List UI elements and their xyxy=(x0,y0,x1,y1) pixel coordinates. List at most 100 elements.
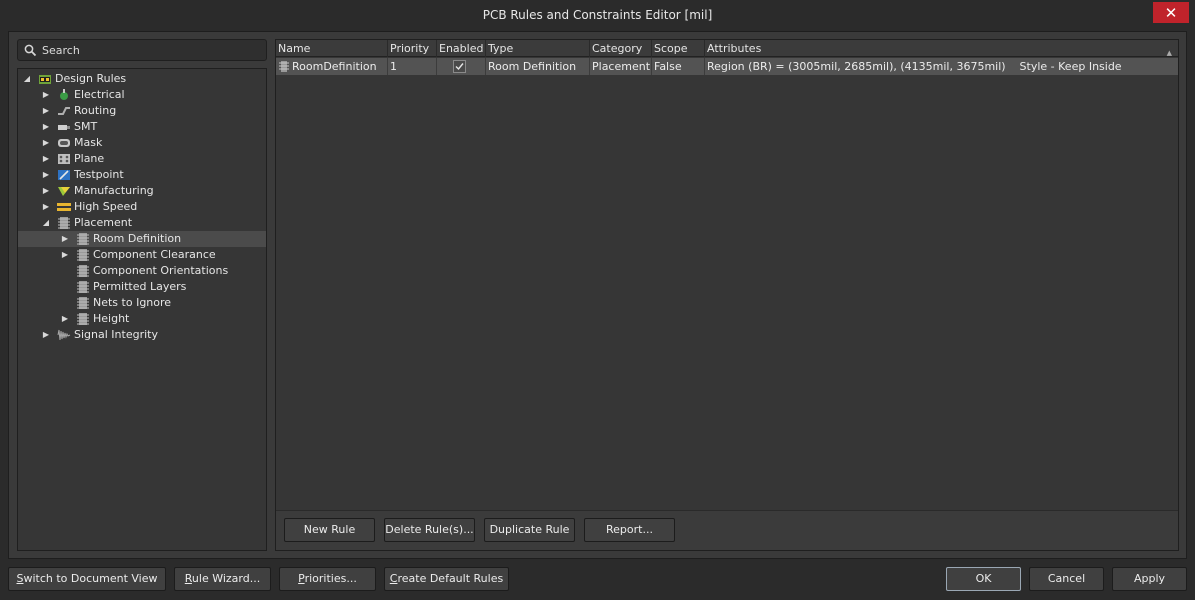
button-label: reate Default Rules xyxy=(397,572,504,585)
tree-item-label: Permitted Layers xyxy=(93,280,187,293)
enabled-checkbox[interactable] xyxy=(453,60,466,73)
smt-icon xyxy=(58,125,70,130)
expanded-arrow-icon[interactable]: ◢ xyxy=(41,215,51,231)
room-definition-icon xyxy=(77,233,89,245)
button-label: ule Wizard... xyxy=(191,572,261,585)
collapsed-arrow-icon[interactable]: ▶ xyxy=(60,311,70,327)
tree-item-label: Room Definition xyxy=(93,232,182,245)
collapsed-arrow-icon[interactable]: ▶ xyxy=(41,327,51,343)
tree-item-smt[interactable]: ▶ SMT xyxy=(18,119,266,135)
tree-item-label: Design Rules xyxy=(55,72,127,85)
height-icon xyxy=(77,313,89,325)
collapsed-arrow-icon[interactable]: ▶ xyxy=(41,119,51,135)
component-orientations-icon xyxy=(77,265,89,277)
cell-type: Room Definition xyxy=(486,58,590,75)
tree-item-label: SMT xyxy=(74,120,98,133)
cell-enabled xyxy=(437,58,486,75)
rule-name: RoomDefinition xyxy=(292,60,377,73)
duplicate-rule-button[interactable]: Duplicate Rule xyxy=(484,518,575,542)
column-header-name[interactable]: Name xyxy=(276,40,388,57)
tree-item-permitted-layers[interactable]: Permitted Layers xyxy=(18,279,266,295)
nets-to-ignore-icon xyxy=(77,297,89,309)
apply-button[interactable]: Apply xyxy=(1112,567,1187,591)
grid-header: Name Priority Enabled Type Category Scop… xyxy=(276,40,1178,57)
button-label: witch to Document View xyxy=(23,572,158,585)
tree-item-testpoint[interactable]: ▶ Testpoint xyxy=(18,167,266,183)
dialog-client-area: ◢ Design Rules ▶ Electrical ▶ Routing ▶ xyxy=(8,31,1187,559)
switch-to-document-view-button[interactable]: Switch to Document View xyxy=(8,567,166,591)
new-rule-button[interactable]: New Rule xyxy=(284,518,375,542)
search-input[interactable] xyxy=(42,42,262,58)
tree-item-label: Routing xyxy=(74,104,117,117)
tree-item-mask[interactable]: ▶ Mask xyxy=(18,135,266,151)
tree-item-component-clearance[interactable]: ▶ Component Clearance xyxy=(18,247,266,263)
window-title: PCB Rules and Constraints Editor [mil] xyxy=(482,8,713,22)
collapsed-arrow-icon[interactable]: ▶ xyxy=(41,87,51,103)
close-button[interactable]: ✕ xyxy=(1153,2,1189,23)
create-default-rules-button[interactable]: Create Default Rules xyxy=(384,567,509,591)
tree-item-label: Manufacturing xyxy=(74,184,154,197)
tree-item-label: Nets to Ignore xyxy=(93,296,172,309)
tree-item-height[interactable]: ▶ Height xyxy=(18,311,266,327)
tree-item-nets-to-ignore[interactable]: Nets to Ignore xyxy=(18,295,266,311)
priorities-button[interactable]: Priorities... xyxy=(279,567,376,591)
collapsed-arrow-icon[interactable]: ▶ xyxy=(41,151,51,167)
table-row[interactable]: RoomDefinition 1 Room Definition Placeme… xyxy=(276,58,1178,75)
placement-icon xyxy=(58,217,70,229)
cell-attributes: Region (BR) = (3005mil, 2685mil), (4135m… xyxy=(707,60,1122,73)
cell-priority: 1 xyxy=(388,58,437,75)
column-header-attributes[interactable]: Attributes ▲ xyxy=(705,40,1178,57)
tree-item-routing[interactable]: ▶ Routing xyxy=(18,103,266,119)
column-header-enabled[interactable]: Enabled xyxy=(437,40,486,57)
component-clearance-icon xyxy=(77,249,89,261)
collapsed-arrow-icon[interactable]: ▶ xyxy=(41,135,51,151)
collapsed-arrow-icon[interactable]: ▶ xyxy=(41,183,51,199)
cell-scope: False xyxy=(652,58,705,75)
collapsed-arrow-icon[interactable]: ▶ xyxy=(41,103,51,119)
design-rules-icon xyxy=(39,75,51,84)
tree-item-plane[interactable]: ▶ Plane xyxy=(18,151,266,167)
testpoint-icon xyxy=(58,170,70,180)
checkmark-icon xyxy=(455,63,464,71)
report-button[interactable]: Report... xyxy=(584,518,675,542)
ok-button[interactable]: OK xyxy=(946,567,1021,591)
rule-wizard-button[interactable]: Rule Wizard... xyxy=(174,567,271,591)
tree-item-label: High Speed xyxy=(74,200,138,213)
collapsed-arrow-icon[interactable]: ▶ xyxy=(60,247,70,263)
collapsed-arrow-icon[interactable]: ▶ xyxy=(41,199,51,215)
tree-item-label: Height xyxy=(93,312,130,325)
search-icon xyxy=(24,44,37,57)
rules-grid: Name Priority Enabled Type Category Scop… xyxy=(275,39,1179,551)
cell-name: RoomDefinition xyxy=(276,58,388,75)
tree-item-label: Plane xyxy=(74,152,105,165)
delete-rule-button[interactable]: Delete Rule(s)... xyxy=(384,518,475,542)
column-header-priority[interactable]: Priority xyxy=(388,40,437,57)
column-header-type[interactable]: Type xyxy=(486,40,590,57)
tree-item-room-definition[interactable]: ▶ Room Definition xyxy=(18,231,266,247)
cancel-button[interactable]: Cancel xyxy=(1029,567,1104,591)
close-icon: ✕ xyxy=(1164,3,1178,22)
manufacturing-icon xyxy=(58,187,70,196)
tree-item-high-speed[interactable]: ▶ High Speed xyxy=(18,199,266,215)
column-header-category[interactable]: Category xyxy=(590,40,652,57)
tree-item-label: Component Clearance xyxy=(93,248,216,261)
button-mnemonic: R xyxy=(184,572,192,585)
collapsed-arrow-icon[interactable]: ▶ xyxy=(60,231,70,247)
mask-icon xyxy=(58,139,70,147)
button-label: riorities... xyxy=(304,572,357,585)
tree-item-electrical[interactable]: ▶ Electrical xyxy=(18,87,266,103)
tree-item-manufacturing[interactable]: ▶ Manufacturing xyxy=(18,183,266,199)
collapsed-arrow-icon[interactable]: ▶ xyxy=(41,167,51,183)
high-speed-icon xyxy=(57,203,71,211)
sort-ascending-icon: ▲ xyxy=(1166,49,1172,57)
expanded-arrow-icon[interactable]: ◢ xyxy=(22,71,32,87)
tree-item-component-orientations[interactable]: Component Orientations xyxy=(18,263,266,279)
tree-item-signal-integrity[interactable]: ▶ Signal Integrity xyxy=(18,327,266,343)
plane-icon xyxy=(58,154,70,164)
column-header-scope[interactable]: Scope xyxy=(652,40,705,57)
electrical-icon xyxy=(60,89,68,100)
tree-item-label: Mask xyxy=(74,136,103,149)
title-bar: PCB Rules and Constraints Editor [mil] ✕ xyxy=(0,0,1195,30)
tree-item-design-rules[interactable]: ◢ Design Rules xyxy=(18,71,266,87)
tree-item-placement[interactable]: ◢ Placement xyxy=(18,215,266,231)
